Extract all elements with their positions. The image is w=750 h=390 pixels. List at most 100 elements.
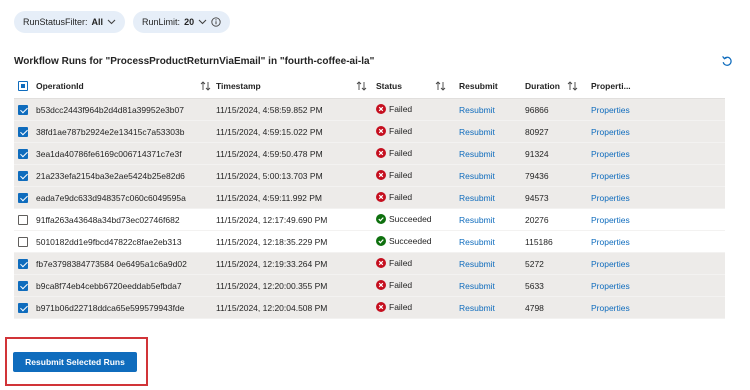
- status-badge: Failed: [376, 301, 412, 312]
- row-checkbox[interactable]: [18, 170, 28, 181]
- status-text: Failed: [389, 191, 413, 202]
- properties-link[interactable]: Properties: [591, 303, 630, 313]
- table-row[interactable]: 91ffa263a43648a34bd73ec02746f682 11/15/20…: [14, 208, 725, 231]
- chevron-down-icon: [107, 19, 116, 25]
- table-row[interactable]: 38fd1ae787b2924e2e13415c7a53303b 11/15/20…: [14, 120, 725, 143]
- status-text: Failed: [389, 169, 413, 180]
- resubmit-cell: Resubmit: [459, 98, 525, 121]
- duration-cell: 96866: [525, 98, 591, 121]
- properties-link[interactable]: Properties: [591, 105, 630, 115]
- sort-icon[interactable]: [567, 81, 578, 91]
- row-select-cell: [14, 274, 36, 297]
- timestamp-cell: 11/15/2024, 5:00:13.703 PM: [216, 164, 376, 187]
- properties-link[interactable]: Properties: [591, 171, 630, 181]
- resubmit-link[interactable]: Resubmit: [459, 303, 495, 313]
- properties-cell: Properties: [591, 142, 725, 165]
- table-row[interactable]: eada7e9dc633d948357c060c6049595a 11/15/20…: [14, 186, 725, 209]
- run-status-filter[interactable]: RunStatusFilter: All: [14, 11, 126, 33]
- table-row[interactable]: b971b06d22718ddca65e599579943fde 11/15/20…: [14, 296, 725, 319]
- status-badge: Succeeded: [376, 213, 432, 224]
- duration-cell: 91324: [525, 142, 591, 165]
- timestamp-cell: 11/15/2024, 12:18:35.229 PM: [216, 230, 376, 253]
- properties-cell: Properties: [591, 230, 725, 253]
- runs-table-body: b53dcc2443f964b2d4d81a39952e3b07 11/15/20…: [14, 98, 725, 319]
- status-cell: Failed: [376, 98, 459, 121]
- table-row[interactable]: 3ea1da40786fe6169c006714371c7e3f 11/15/20…: [14, 142, 725, 165]
- column-status-label: Status: [376, 81, 402, 91]
- timestamp-cell: 11/15/2024, 4:58:59.852 PM: [216, 98, 376, 121]
- properties-link[interactable]: Properties: [591, 259, 630, 269]
- resubmit-cell: Resubmit: [459, 208, 525, 231]
- resubmit-link[interactable]: Resubmit: [459, 193, 495, 203]
- run-status-filter-label: RunStatusFilter:: [23, 17, 88, 27]
- column-operation-id-label: OperationId: [36, 81, 84, 91]
- properties-link[interactable]: Properties: [591, 193, 630, 203]
- status-cell: Failed: [376, 296, 459, 319]
- runs-table: OperationId Timestamp Status Resubmit Du…: [14, 74, 725, 319]
- duration-cell: 5633: [525, 274, 591, 297]
- row-checkbox[interactable]: [18, 280, 28, 291]
- info-icon[interactable]: [211, 17, 221, 27]
- column-resubmit-label: Resubmit: [459, 81, 498, 91]
- properties-cell: Properties: [591, 274, 725, 297]
- status-text: Failed: [389, 125, 413, 136]
- row-checkbox[interactable]: [18, 126, 28, 137]
- status-cell: Failed: [376, 252, 459, 275]
- resubmit-link[interactable]: Resubmit: [459, 171, 495, 181]
- column-duration[interactable]: Duration: [525, 74, 591, 99]
- resubmit-link[interactable]: Resubmit: [459, 105, 495, 115]
- resubmit-link[interactable]: Resubmit: [459, 281, 495, 291]
- run-limit-filter[interactable]: RunLimit: 20: [133, 11, 231, 33]
- timestamp-cell: 11/15/2024, 4:59:11.992 PM: [216, 186, 376, 209]
- properties-link[interactable]: Properties: [591, 281, 630, 291]
- properties-link[interactable]: Properties: [591, 215, 630, 225]
- column-status[interactable]: Status: [376, 74, 459, 99]
- resubmit-selected-runs-button[interactable]: Resubmit Selected Runs: [13, 352, 137, 372]
- check-circle-icon: [376, 213, 386, 224]
- status-text: Failed: [389, 147, 413, 158]
- table-row[interactable]: fb7e3798384773584 0e6495a1c6a9d02 11/15/2…: [14, 252, 725, 275]
- sort-icon[interactable]: [356, 81, 367, 91]
- status-badge: Succeeded: [376, 235, 432, 246]
- resubmit-link[interactable]: Resubmit: [459, 127, 495, 137]
- properties-link[interactable]: Properties: [591, 127, 630, 137]
- sort-icon[interactable]: [200, 81, 211, 91]
- row-checkbox[interactable]: [18, 302, 28, 313]
- resubmit-link[interactable]: Resubmit: [459, 215, 495, 225]
- row-select-cell: [14, 296, 36, 319]
- row-checkbox[interactable]: [18, 192, 28, 203]
- select-all-checkbox[interactable]: [18, 81, 28, 92]
- status-badge: Failed: [376, 103, 412, 114]
- status-badge: Failed: [376, 191, 413, 202]
- resubmit-cell: Resubmit: [459, 186, 525, 209]
- resubmit-link[interactable]: Resubmit: [459, 237, 495, 247]
- status-cell: Failed: [376, 164, 459, 187]
- refresh-icon[interactable]: [721, 55, 733, 67]
- resubmit-link[interactable]: Resubmit: [459, 259, 495, 269]
- table-row[interactable]: 5010182dd1e9fbcd47822c8fae2eb313 11/15/20…: [14, 230, 725, 253]
- status-text: Failed: [389, 279, 413, 290]
- row-checkbox[interactable]: [18, 236, 28, 247]
- resubmit-cell: Resubmit: [459, 230, 525, 253]
- status-cell: Succeeded: [376, 208, 459, 231]
- table-row[interactable]: b53dcc2443f964b2d4d81a39952e3b07 11/15/20…: [14, 98, 725, 121]
- properties-link[interactable]: Properties: [591, 237, 630, 247]
- row-checkbox[interactable]: [18, 258, 28, 269]
- row-select-cell: [14, 186, 36, 209]
- column-timestamp[interactable]: Timestamp: [216, 74, 376, 99]
- duration-cell: 79436: [525, 164, 591, 187]
- resubmit-cell: Resubmit: [459, 164, 525, 187]
- resubmit-link[interactable]: Resubmit: [459, 149, 495, 159]
- table-row[interactable]: 21a233efa2154ba3e2ae5424b25e82d6 11/15/20…: [14, 164, 725, 187]
- row-checkbox[interactable]: [18, 148, 28, 159]
- operation-id-cell: b53dcc2443f964b2d4d81a39952e3b07: [36, 98, 216, 121]
- row-select-cell: [14, 142, 36, 165]
- row-checkbox[interactable]: [18, 214, 28, 225]
- row-checkbox[interactable]: [18, 104, 28, 115]
- operation-id-cell: 3ea1da40786fe6169c006714371c7e3f: [36, 142, 216, 165]
- properties-link[interactable]: Properties: [591, 149, 630, 159]
- status-badge: Failed: [376, 147, 413, 158]
- column-operation-id[interactable]: OperationId: [36, 74, 216, 99]
- table-row[interactable]: b9ca8f74eb4cebb6720eeddab5efbda7 11/15/20…: [14, 274, 725, 297]
- sort-icon[interactable]: [435, 81, 446, 91]
